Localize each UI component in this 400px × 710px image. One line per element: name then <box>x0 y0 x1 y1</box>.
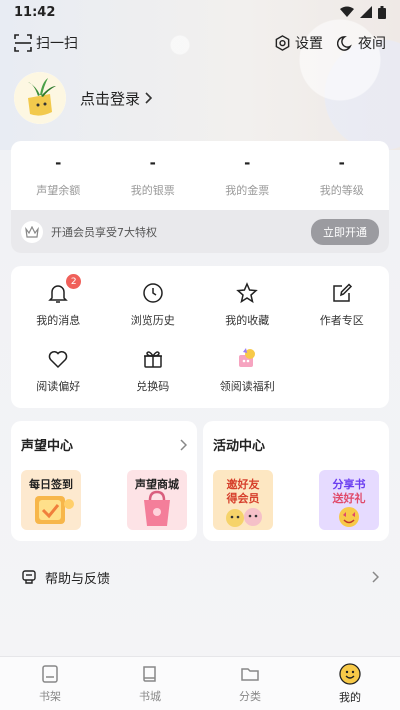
smile-icon <box>339 662 361 685</box>
shopping-bag-icon <box>144 490 170 526</box>
reputation-center-title: 声望中心 <box>21 439 74 454</box>
stat-value: - <box>55 153 62 172</box>
menu-item-author-zone[interactable]: 作者专区 <box>295 280 390 346</box>
stat-value: - <box>338 153 345 172</box>
bell-icon <box>48 285 69 303</box>
menu-item-label: 兑换码 <box>136 380 170 393</box>
stat-label: 我的等级 <box>319 183 364 197</box>
settings-button[interactable]: 设置 <box>274 33 323 53</box>
status-bar: 11:42 <box>0 0 400 24</box>
nav-bookstore[interactable]: 书城 <box>100 657 200 710</box>
help-label: 帮助与反馈 <box>45 571 111 587</box>
checkin-art-icon <box>35 496 74 524</box>
folder-icon <box>241 667 259 681</box>
share-book-tile[interactable]: 分享书 送好礼 <box>319 470 379 530</box>
stat-label: 我的金票 <box>225 183 270 197</box>
chevron-right-icon <box>372 571 379 583</box>
night-mode-button[interactable]: 夜间 <box>337 33 386 53</box>
status-icons <box>340 5 386 19</box>
vip-banner[interactable]: 开通会员享受7大特权 立即开通 <box>11 210 389 253</box>
bottom-nav: 书架 书城 分类 我的 <box>0 656 400 710</box>
status-time: 11:42 <box>14 4 56 20</box>
stat-label: 我的银票 <box>130 183 175 197</box>
reputation-center-header[interactable]: 声望中心 <box>21 435 187 454</box>
menu-item-label: 领阅读福利 <box>219 380 275 393</box>
friends-art-icon <box>226 508 262 527</box>
help-icon <box>22 570 36 584</box>
nav-label: 分类 <box>239 689 261 703</box>
menu-item-messages[interactable]: 2 我的消息 <box>11 274 106 346</box>
battery-icon <box>378 5 386 19</box>
stats-card: - 声望余额 - 我的银票 - 我的金票 - 我的等级 开通会员享受7大特权 立… <box>11 141 389 253</box>
menu-item-label: 我的消息 <box>36 314 81 327</box>
heart-icon <box>48 351 68 369</box>
stat-gold-tickets[interactable]: - 我的金票 <box>200 141 295 210</box>
bookshelf-icon <box>42 664 58 683</box>
menu-item-label: 浏览历史 <box>130 314 175 327</box>
activity-center-title: 活动中心 <box>213 439 266 454</box>
reputation-center-card: 声望中心 每日签到 声望商城 <box>11 421 197 541</box>
edit-icon <box>333 283 352 302</box>
nav-category[interactable]: 分类 <box>200 657 300 710</box>
menu-item-history[interactable]: 浏览历史 <box>106 280 201 346</box>
wifi-icon <box>340 6 354 17</box>
crown-icon <box>21 220 43 243</box>
daily-checkin-tile[interactable]: 每日签到 <box>21 470 81 530</box>
reputation-mall-tile[interactable]: 声望商城 <box>127 470 187 530</box>
nav-label: 我的 <box>339 690 361 704</box>
activity-center-header: 活动中心 <box>213 435 379 454</box>
menu-item-reading-preference[interactable]: 阅读偏好 <box>11 346 106 402</box>
menu-card: 2 我的消息 浏览历史 我的收藏 作者专区 阅读偏好 兑换码 领阅读福利 <box>11 266 389 408</box>
menu-item-redeem-code[interactable]: 兑换码 <box>106 346 201 402</box>
moon-icon <box>337 35 352 51</box>
menu-item-label: 我的收藏 <box>225 314 270 327</box>
menu-item-label: 阅读偏好 <box>36 380 81 393</box>
stat-reputation-balance[interactable]: - 声望余额 <box>11 141 106 210</box>
invite-friends-tile[interactable]: 邀好友 得会员 <box>213 470 273 530</box>
plant-avatar-icon <box>14 72 66 124</box>
scan-button[interactable]: 扫一扫 <box>14 33 78 53</box>
nav-label: 书架 <box>39 689 61 703</box>
bookstore-icon <box>143 665 156 682</box>
gift-icon <box>143 351 162 368</box>
stat-value: - <box>149 153 156 172</box>
stat-silver-tickets[interactable]: - 我的银票 <box>106 141 201 210</box>
stat-level[interactable]: - 我的等级 <box>295 141 390 210</box>
nav-label: 书城 <box>139 689 161 703</box>
signal-icon <box>360 6 372 18</box>
login-label[interactable]: 点击登录 <box>80 88 140 109</box>
menu-item-favorites[interactable]: 我的收藏 <box>200 280 295 346</box>
stat-label: 声望余额 <box>36 183 81 197</box>
gear-icon <box>275 34 290 51</box>
reward-icon <box>239 348 256 367</box>
login-area[interactable]: 点击登录 <box>14 72 153 124</box>
message-badge: 2 <box>66 274 82 289</box>
settings-label: 设置 <box>295 36 323 52</box>
stat-value: - <box>244 153 251 172</box>
chevron-right-icon <box>145 92 153 104</box>
scan-label: 扫一扫 <box>36 36 78 52</box>
nav-mine[interactable]: 我的 <box>300 657 400 710</box>
activity-center-card: 活动中心 邀好友 得会员 分享书 送好礼 <box>203 421 389 541</box>
menu-item-label: 作者专区 <box>319 314 364 327</box>
menu-item-reading-reward[interactable]: 领阅读福利 <box>200 346 295 402</box>
vip-text: 开通会员享受7大特权 <box>51 225 157 239</box>
night-mode-label: 夜间 <box>358 36 386 52</box>
gift-emoji-art-icon <box>339 507 359 527</box>
scan-icon <box>14 34 32 52</box>
help-feedback-row[interactable]: 帮助与反馈 <box>11 555 389 599</box>
vip-open-button[interactable]: 立即开通 <box>311 218 379 245</box>
top-toolbar: 扫一扫 设置 夜间 <box>0 30 400 56</box>
nav-bookshelf[interactable]: 书架 <box>0 657 100 710</box>
chevron-right-icon <box>180 438 187 451</box>
star-icon <box>236 282 259 304</box>
avatar[interactable] <box>14 72 66 124</box>
clock-icon <box>143 283 163 303</box>
